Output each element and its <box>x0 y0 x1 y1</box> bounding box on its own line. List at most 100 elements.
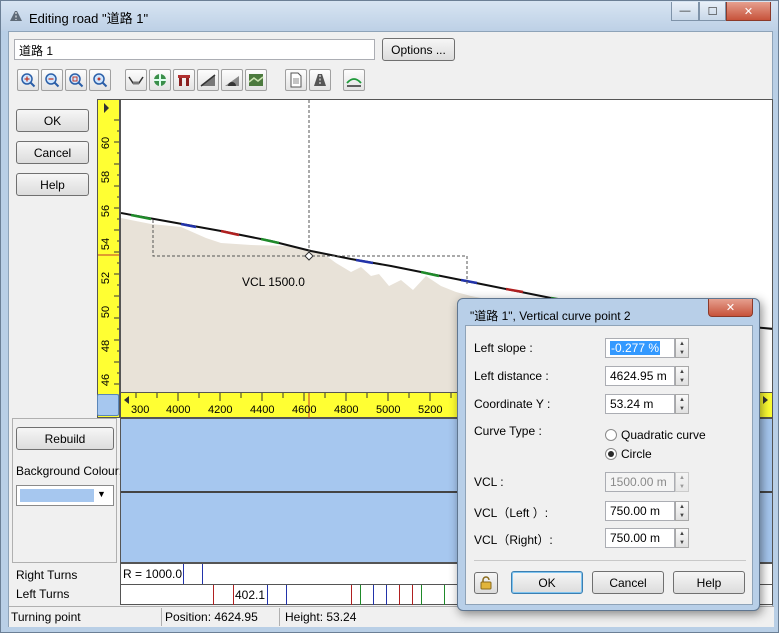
coordinate-y-input[interactable]: 53.24 m <box>605 394 675 414</box>
terrain-icon[interactable] <box>245 69 267 91</box>
quadratic-curve-radio[interactable] <box>605 429 617 441</box>
x-tick-label: 4000 <box>166 404 191 416</box>
profile-line-icon[interactable] <box>343 69 365 91</box>
cross-section-icon[interactable] <box>125 69 147 91</box>
maximize-icon: ☐ <box>707 5 718 18</box>
document-icon[interactable] <box>285 69 307 91</box>
y-tick-label: 60 <box>100 136 113 150</box>
left-turns-label: Left Turns <box>16 587 70 601</box>
left-slope-spinner[interactable]: ▲ ▼ <box>675 338 689 358</box>
spin-down-icon: ▼ <box>679 539 685 546</box>
left-distance-input[interactable]: 4624.95 m <box>605 366 675 386</box>
spin-up-icon: ▲ <box>679 530 685 537</box>
background-colour-label: Background Colour: <box>16 464 123 478</box>
y-tick-label: 52 <box>100 271 113 285</box>
right-turn-marker <box>183 564 203 584</box>
dialog-help-button[interactable]: Help <box>673 571 745 594</box>
vertical-curve-dialog: "道路 1", Vertical curve point 2 ✕ Left sl… <box>457 298 760 611</box>
x-tick-label: 5000 <box>376 404 401 416</box>
zoom-in-icon[interactable] <box>17 69 39 91</box>
status-separator <box>279 608 280 626</box>
spin-up-icon: ▲ <box>679 396 685 403</box>
left-slope-label: Left slope : <box>474 341 533 355</box>
minimize-icon: — <box>679 5 691 17</box>
spin-up-icon: ▲ <box>679 340 685 347</box>
spin-down-icon: ▼ <box>679 512 685 519</box>
ok-button[interactable]: OK <box>16 109 89 132</box>
vcl-right-spinner[interactable]: ▲ ▼ <box>675 528 689 548</box>
left-distance-label: Left distance : <box>474 369 549 383</box>
quadratic-curve-label[interactable]: Quadratic curve <box>621 428 706 442</box>
cancel-button[interactable]: Cancel <box>16 141 89 164</box>
ruler-corner-button[interactable] <box>97 394 119 416</box>
circle-radio[interactable] <box>605 448 617 460</box>
dialog-close-button[interactable]: ✕ <box>708 299 753 317</box>
spin-up-icon: ▲ <box>679 503 685 510</box>
minimize-button[interactable]: — <box>671 2 699 21</box>
left-turn-marker <box>267 585 287 605</box>
vcl-left-label: VCL（Left ）: <box>474 506 549 520</box>
chevron-down-icon: ▼ <box>97 489 106 499</box>
vcl-right-input[interactable]: 750.00 m <box>605 528 675 548</box>
title-bar[interactable]: Editing road "道路 1" — ☐ ✕ <box>1 1 778 31</box>
y-tick-label: 50 <box>100 305 113 319</box>
x-tick-label: 4800 <box>334 404 359 416</box>
status-height: Height: 53.24 <box>285 610 357 624</box>
dialog-cancel-button[interactable]: Cancel <box>592 571 664 594</box>
left-turn-value: 402.1 <box>235 588 266 602</box>
vcl-left-spinner[interactable]: ▲ ▼ <box>675 501 689 521</box>
road-app-icon <box>10 11 22 21</box>
vcl-spinner: ▲ ▼ <box>675 472 689 492</box>
road-name-input[interactable]: 道路 1 <box>14 39 375 60</box>
curve-type-label: Curve Type : <box>474 424 542 438</box>
y-tick-label: 54 <box>100 237 113 251</box>
left-slope-input[interactable]: -0.277 % <box>605 338 675 358</box>
bridge-icon[interactable] <box>173 69 195 91</box>
y-tick-label: 48 <box>100 339 113 353</box>
spin-down-icon: ▼ <box>679 377 685 384</box>
status-mode: Turning point <box>11 610 81 624</box>
colour-swatch <box>20 489 94 502</box>
window-title: Editing road "道路 1" <box>29 11 149 26</box>
tunnel-icon[interactable] <box>221 69 243 91</box>
vcl-annotation: VCL 1500.0 <box>242 275 305 289</box>
left-turn-marker <box>421 585 445 605</box>
spin-down-icon: ▼ <box>679 483 685 490</box>
y-tick-label: 56 <box>100 204 113 218</box>
rebuild-button[interactable]: Rebuild <box>16 427 114 450</box>
slope-icon[interactable] <box>197 69 219 91</box>
x-tick-label: 4600 <box>292 404 317 416</box>
y-tick-label: 58 <box>100 170 113 184</box>
status-separator <box>161 608 162 626</box>
options-button[interactable]: Options ... <box>382 38 455 61</box>
zoom-out-icon[interactable] <box>41 69 63 91</box>
close-icon: ✕ <box>743 5 754 18</box>
y-tick-label: 46 <box>100 373 113 387</box>
spin-down-icon: ▼ <box>679 349 685 356</box>
vcl-label: VCL : <box>474 475 504 489</box>
status-position: Position: 4624.95 <box>165 610 258 624</box>
close-button[interactable]: ✕ <box>726 2 771 21</box>
help-button[interactable]: Help <box>16 173 89 196</box>
vcl-right-label: VCL（Right）: <box>474 533 553 547</box>
coordinate-y-spinner[interactable]: ▲ ▼ <box>675 394 689 414</box>
circle-label[interactable]: Circle <box>621 447 652 461</box>
vcl-left-input[interactable]: 750.00 m <box>605 501 675 521</box>
right-turn-radius: R = 1000.0 <box>123 567 183 581</box>
lock-button[interactable] <box>474 572 498 594</box>
junction-icon[interactable] <box>149 69 171 91</box>
vcl-input: 1500.00 m <box>605 472 675 492</box>
background-colour-select[interactable]: ▼ <box>16 485 114 506</box>
road-icon[interactable] <box>309 69 331 91</box>
left-turn-marker <box>213 585 234 605</box>
vertical-ruler[interactable]: 60 58 56 54 52 50 48 46 <box>97 99 120 418</box>
left-turn-marker <box>351 585 361 605</box>
dialog-ok-button[interactable]: OK <box>511 571 583 594</box>
dialog-client-area: Left slope : -0.277 % ▲ ▼ Left distance :… <box>465 325 753 605</box>
zoom-window-icon[interactable] <box>65 69 87 91</box>
left-distance-spinner[interactable]: ▲ ▼ <box>675 366 689 386</box>
maximize-button[interactable]: ☐ <box>699 2 726 21</box>
zoom-fit-icon[interactable] <box>89 69 111 91</box>
x-tick-label: 300 <box>131 404 150 416</box>
x-tick-label: 4400 <box>250 404 275 416</box>
